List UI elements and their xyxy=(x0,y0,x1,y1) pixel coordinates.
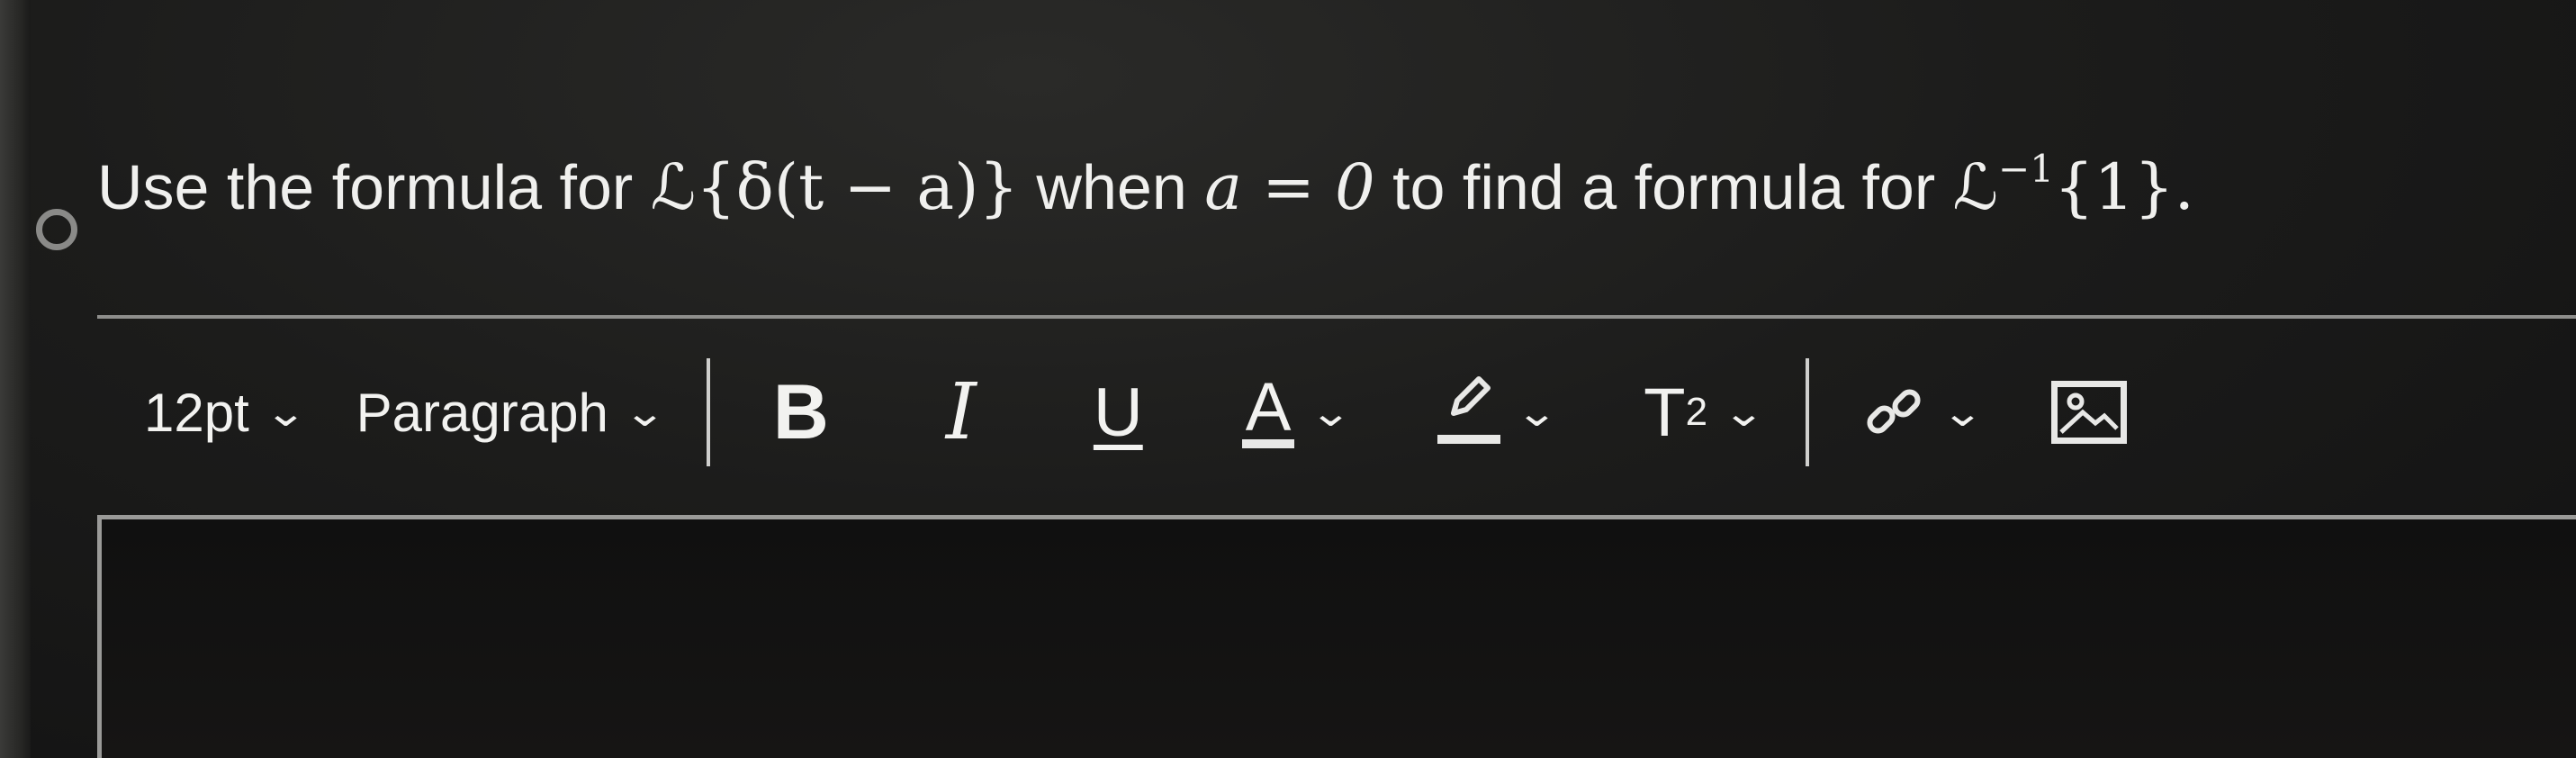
inverse-argument: {1}. xyxy=(2053,150,2194,224)
laplace-expression: ℒ{δ(t − a)} xyxy=(650,150,1019,224)
chevron-down-icon: ⌄ xyxy=(1941,390,1985,435)
block-format-label: Paragraph xyxy=(356,382,608,443)
condition-expression: a = 0 xyxy=(1204,150,1375,224)
inverse-laplace-expression: ℒ−1{1}. xyxy=(1952,147,2194,224)
highlight-color-button[interactable]: ⌄ xyxy=(1437,376,1559,444)
question-middle-2: to find a formula for xyxy=(1374,152,1953,222)
superscript-button[interactable]: T2 ⌄ xyxy=(1644,374,1765,452)
chevron-down-icon: ⌄ xyxy=(1722,390,1766,435)
block-format-dropdown[interactable]: Paragraph ⌄ xyxy=(356,382,667,444)
radio-circle-icon[interactable] xyxy=(36,209,77,250)
superscript-exp: 2 xyxy=(1685,390,1708,434)
inverse-laplace-symbol: ℒ xyxy=(1952,150,1999,224)
highlighter-icon xyxy=(1451,376,1491,416)
text-color-label: A xyxy=(1241,374,1295,448)
question-prefix: Use the formula for xyxy=(97,152,651,222)
toolbar-separator xyxy=(706,358,710,466)
underline-button[interactable]: U xyxy=(1094,374,1143,452)
superscript-base: T xyxy=(1644,374,1686,451)
question-middle-1: when xyxy=(1018,152,1205,222)
font-size-dropdown[interactable]: 12pt ⌄ xyxy=(144,382,307,444)
image-button[interactable] xyxy=(2050,381,2127,444)
divider xyxy=(97,315,2576,319)
rich-text-editor[interactable] xyxy=(97,515,2576,758)
image-icon xyxy=(2059,393,2119,434)
highlight-bar xyxy=(1437,376,1501,444)
editor-toolbar: 12pt ⌄ Paragraph ⌄ B I U A ⌄ ⌄ T2 ⌄ ⌄ xyxy=(144,358,2127,466)
chevron-down-icon: ⌄ xyxy=(623,390,667,435)
italic-button[interactable]: I xyxy=(946,367,977,457)
bold-button[interactable]: B xyxy=(773,368,829,457)
chevron-down-icon: ⌄ xyxy=(1515,390,1559,435)
font-size-label: 12pt xyxy=(144,382,249,443)
link-button[interactable]: ⌄ xyxy=(1863,381,1984,444)
toolbar-separator xyxy=(1805,358,1809,466)
chevron-down-icon: ⌄ xyxy=(264,390,308,435)
text-color-button[interactable]: A ⌄ xyxy=(1241,374,1353,448)
monitor-bezel xyxy=(0,0,31,758)
inverse-exponent: −1 xyxy=(1998,147,2054,191)
link-icon xyxy=(1867,389,1921,434)
chevron-down-icon: ⌄ xyxy=(1309,390,1353,435)
question-text: Use the formula for ℒ{δ(t − a)} when a =… xyxy=(97,133,2194,223)
